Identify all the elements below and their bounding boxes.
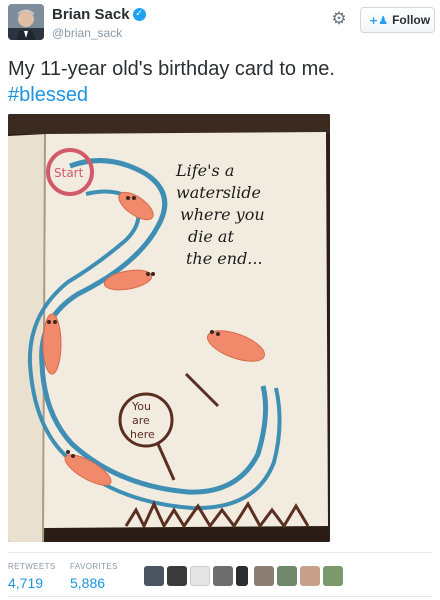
birthday-card-drawing: Start Life's a waterslide where you die … (8, 114, 330, 542)
favoriter-avatar[interactable] (254, 566, 274, 586)
tweet-body: My 11-year old's birthday card to me. (8, 58, 335, 80)
follow-button[interactable]: +♟ Follow (360, 7, 435, 33)
follow-button-label: Follow (392, 13, 431, 27)
svg-text:where you: where you (180, 205, 265, 224)
retweets-stat[interactable]: RETWEETS 4,719 (8, 562, 56, 591)
favorites-label: FAVORITES (70, 562, 118, 571)
tweet-header: Brian Sack ✓ @brian_sack ⚙ +♟ Follow (0, 0, 440, 50)
favoriter-avatar[interactable] (236, 566, 248, 586)
svg-text:die at: die at (188, 227, 234, 246)
gear-icon[interactable]: ⚙ (328, 8, 350, 30)
start-label: Start (54, 166, 84, 180)
tweet-stats: RETWEETS 4,719 FAVORITES 5,886 (8, 562, 432, 596)
verified-badge-icon: ✓ (132, 8, 146, 22)
favorites-stat[interactable]: FAVORITES 5,886 (70, 562, 118, 591)
favorites-count: 5,886 (70, 575, 106, 591)
svg-text:You: You (131, 400, 151, 413)
favoriter-avatar[interactable] (323, 566, 343, 586)
add-person-icon: +♟ (369, 14, 389, 27)
profile-photo-icon (8, 4, 44, 40)
svg-text:the end...: the end... (186, 249, 263, 268)
svg-text:Life's a: Life's a (175, 161, 234, 180)
favoriter-avatar[interactable] (190, 566, 210, 586)
svg-text:here: here (130, 428, 155, 441)
stats-divider-top (8, 552, 432, 553)
favoriter-avatar[interactable] (213, 566, 233, 586)
stats-divider-bottom (8, 596, 432, 597)
hashtag-link[interactable]: #blessed (8, 84, 88, 106)
svg-text:waterslide: waterslide (176, 183, 261, 202)
favoriter-avatar[interactable] (300, 566, 320, 586)
display-name[interactable]: Brian Sack (52, 6, 130, 23)
user-avatar[interactable] (8, 4, 44, 40)
favoriter-avatar[interactable] (167, 566, 187, 586)
retweets-label: RETWEETS (8, 562, 56, 571)
favoriter-avatar[interactable] (144, 566, 164, 586)
tweet-photo[interactable]: Start Life's a waterslide where you die … (8, 114, 330, 542)
svg-text:are: are (132, 414, 150, 427)
tweet-text: My 11-year old's birthday card to me. #b… (8, 56, 428, 108)
retweets-count: 4,719 (8, 575, 44, 591)
user-name-block: Brian Sack ✓ @brian_sack (52, 6, 146, 40)
user-handle[interactable]: @brian_sack (52, 26, 146, 40)
favoriter-avatar[interactable] (277, 566, 297, 586)
